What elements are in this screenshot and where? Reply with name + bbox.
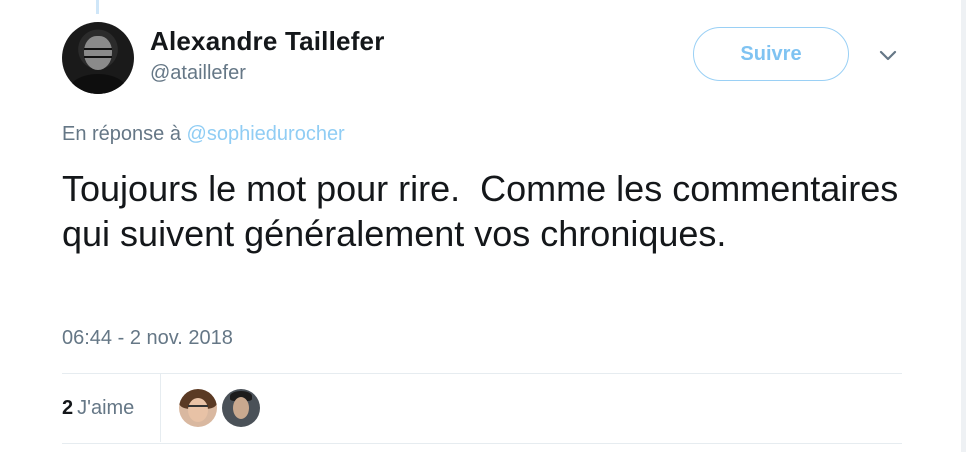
window-edge [961,0,966,452]
divider-top [62,373,902,374]
likes-count: 2 [62,397,74,419]
thread-connector-line [96,0,99,14]
author-avatar[interactable] [62,22,134,94]
author-handle[interactable]: @ataillefer [150,62,246,85]
follow-button[interactable]: Suivre [693,27,849,81]
reply-context: En réponse à @sophiedurocher [62,123,345,146]
liker-avatar[interactable] [179,389,217,427]
chevron-down-icon[interactable] [878,46,898,66]
divider-vertical [160,374,161,442]
tweet-timestamp[interactable]: 06:44 - 2 nov. 2018 [62,327,233,350]
author-display-name[interactable]: Alexandre Taillefer [150,26,385,57]
reply-prefix: En réponse à [62,123,181,145]
tweet-text: Toujours le mot pour rire. Comme les com… [62,168,909,254]
likes-label: J'aime [77,397,135,419]
reply-mention-link[interactable]: @sophiedurocher [187,123,345,145]
divider-bottom [62,443,902,444]
likes-stat[interactable]: 2 J'aime [62,397,134,420]
liker-avatar[interactable] [222,389,260,427]
